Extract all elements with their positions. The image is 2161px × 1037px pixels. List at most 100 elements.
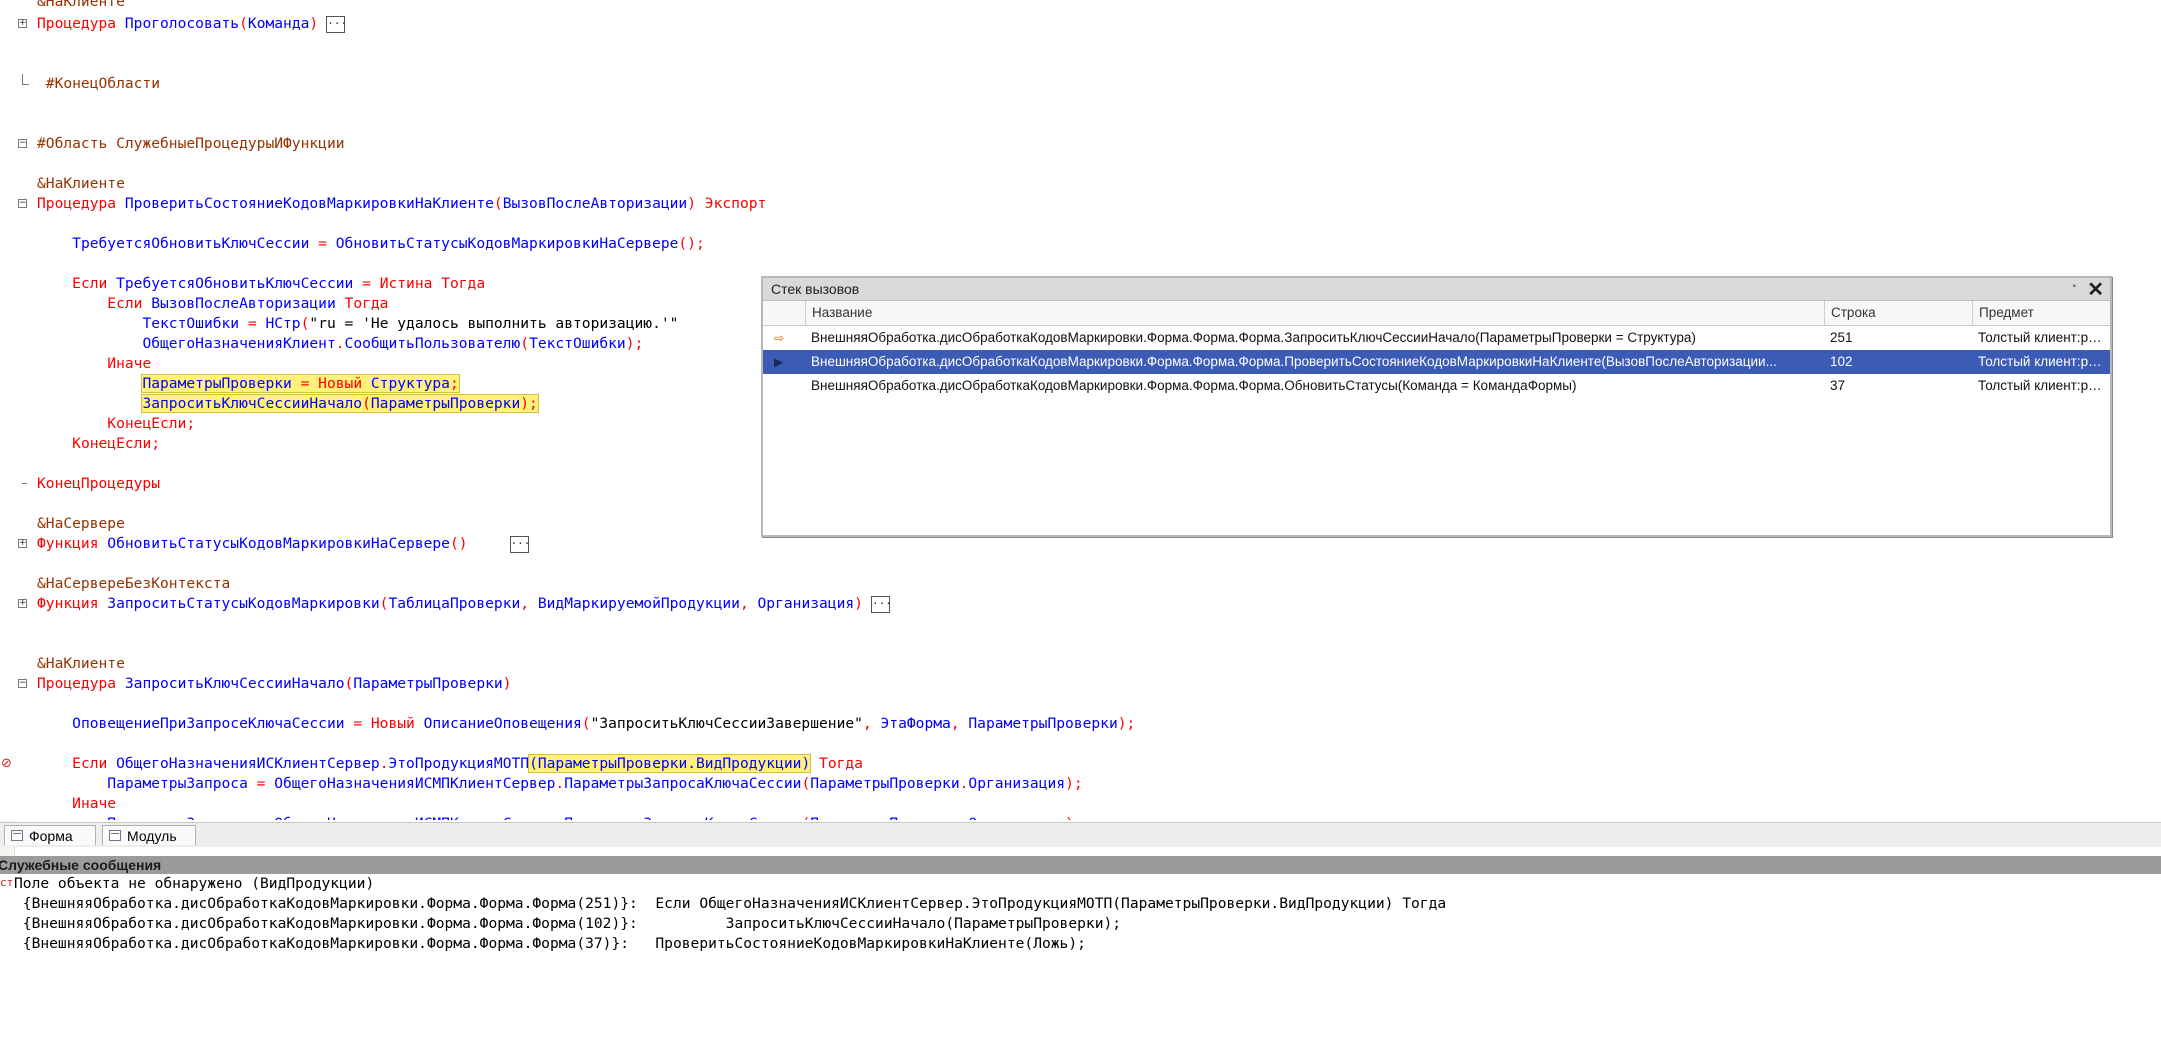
code-token: &НаСервереБезКонтекста [37,575,231,592]
expand-icon[interactable]: + [18,19,27,28]
code-token: ПараметрыПроверки [370,395,521,412]
message-line[interactable]: {ВнешняяОбработка.дисОбработкаКодовМарки… [14,914,1121,934]
code-token: КонецЕсли; [107,415,196,432]
code-text: Процедура ЗапроситьКлючСессииНачало(Пара… [37,674,512,694]
code-token: Процедура [37,15,125,32]
expand-icon[interactable]: + [18,539,27,548]
breakpoint-icon[interactable]: ⊘ [1,757,12,770]
code-text: Иначе [37,354,151,374]
pin-icon[interactable]: ▪ [2072,281,2076,292]
collapse-icon[interactable]: − [18,199,27,208]
code-token: ЭтоПродукцияМОТП [388,755,530,772]
code-token: ОбновитьСтатусыКодовМаркировкиНаСервере [335,235,679,252]
call-stack-line: 251 [1830,330,1853,345]
code-token: ( [520,335,530,352]
code-token: ПараметрыЗапроса [107,815,248,820]
call-stack-titlebar[interactable]: Стек вызовов ▪ ✕ [763,278,2110,301]
code-text: КонецПроцедуры [37,474,160,494]
code-token: НСтр [265,315,301,332]
tab-module[interactable]: Модуль [102,825,196,845]
fold-line-marker [22,483,27,484]
code-token: ); [520,395,538,412]
code-text: &НаКлиенте [37,174,125,194]
call-stack-title: Стек вызовов [771,281,860,297]
code-text: &НаКлиенте [37,654,125,674]
message-line[interactable]: {ВнешняяОбработка.дисОбработкаКодовМарки… [14,934,1086,954]
code-token: Иначе [72,795,117,812]
code-token: ПараметрыЗапросаКлючаСессии [564,775,802,792]
code-token: ); [1065,815,1083,820]
collapsed-block-button[interactable]: ... [509,535,530,553]
call-stack-list: ⇨ ВнешняяОбработка.дисОбработкаКодовМарки… [763,326,2110,398]
code-token: . [555,775,565,792]
call-stack-row[interactable]: ▶ ВнешняяОбработка.дисОбработкаКодовМарки… [763,350,2110,374]
code-token: , [950,715,969,732]
collapsed-block-button[interactable]: ... [870,595,892,613]
code-token: ОбщегоНазначенияИСМПКлиентСервер [274,775,556,792]
code-token: ТаблицаПроверки [388,595,521,612]
code-token: ТребуетсяОбновитьКлючСессии [72,235,310,252]
code-token: = [291,375,319,392]
code-text: ОбщегоНазначенияКлиент.СообщитьПользоват… [37,334,643,354]
column-header-line[interactable]: Строка [1824,301,1972,325]
code-token: ТребуетсяОбновитьКлючСессии [116,275,354,292]
code-token: , [862,715,881,732]
code-text: &НаСервере [37,514,125,534]
code-token: Тогда [810,755,863,772]
code-token: Иначе [107,355,152,372]
code-token: ) [854,595,863,612]
code-text: Функция ЗапроситьСтатусыКодовМаркировки(… [37,594,892,614]
code-token: = [344,715,371,732]
code-token: ПараметрыПроверки [353,675,503,692]
code-token: ЗапроситьСтатусыКодовМаркировки [107,595,380,612]
code-token: ( [581,715,591,732]
code-token: ( [801,815,810,820]
collapse-icon[interactable]: − [18,679,27,688]
close-icon[interactable]: ✕ [2087,277,2104,302]
code-token: КонецПроцедуры [37,475,161,492]
collapse-icon[interactable]: − [18,139,27,148]
call-stack-row[interactable]: ВнешняяОбработка.дисОбработкаКодовМаркир… [763,374,2110,398]
code-token: (ПараметрыПроверки.ВидПродукции) [528,754,812,773]
code-token: ПараметрыПроверки [810,815,959,820]
code-text: Если ВызовПослеАвторизации Тогда [37,294,388,314]
code-text: ПараметрыЗапроса = ОбщегоНазначенияИСМПК… [37,814,1083,820]
code-token: #КонецОбласти [37,75,161,92]
code-token: "ru = 'Не удалось выполнить авторизацию.… [309,315,679,332]
code-token: ОповещениеПриЗапросеКлючаСессии [72,715,345,732]
code-token: = [353,275,380,292]
current-frame-icon: ⇨ [774,331,785,345]
call-stack-name: ВнешняяОбработка.дисОбработкаКодовМаркир… [811,354,1777,369]
tab-module-label: Модуль [127,828,177,844]
fold-end-marker [22,74,29,85]
code-token: () [449,535,468,552]
call-stack-row[interactable]: ⇨ ВнешняяОбработка.дисОбработкаКодовМарки… [763,326,2110,350]
code-token: ( [493,195,503,212]
code-token: Если [72,755,117,772]
code-token: ); [1117,715,1136,732]
message-line[interactable]: {ВнешняяОбработка.дисОбработкаКодовМарки… [14,894,1446,914]
expand-icon[interactable]: + [18,599,27,608]
call-stack-subject: Толстый клиент:рс... [1978,378,2106,393]
code-token: Организация [968,775,1066,792]
code-token: ); [1065,775,1083,792]
column-header-name[interactable]: Название [805,301,1824,325]
form-icon [11,830,23,841]
code-token: . [555,815,564,820]
messages-panel[interactable]: ст Поле объекта не обнаружено (ВидПродук… [0,874,2161,1037]
code-token: ( [239,15,248,32]
column-header-subject[interactable]: Предмет [1972,301,2106,325]
code-token: Команда [247,15,310,32]
tab-form[interactable]: Форма [4,825,96,845]
code-token: "ЗапроситьКлючСессииЗавершение" [590,715,863,732]
collapsed-block-button[interactable]: ... [326,15,347,33]
call-stack-window[interactable]: Стек вызовов ▪ ✕ Название Строка Предмет… [761,276,2112,537]
code-token: ПараметрыЗапроса [107,775,248,792]
message-line[interactable]: Поле объекта не обнаружено (ВидПродукции… [14,874,374,894]
